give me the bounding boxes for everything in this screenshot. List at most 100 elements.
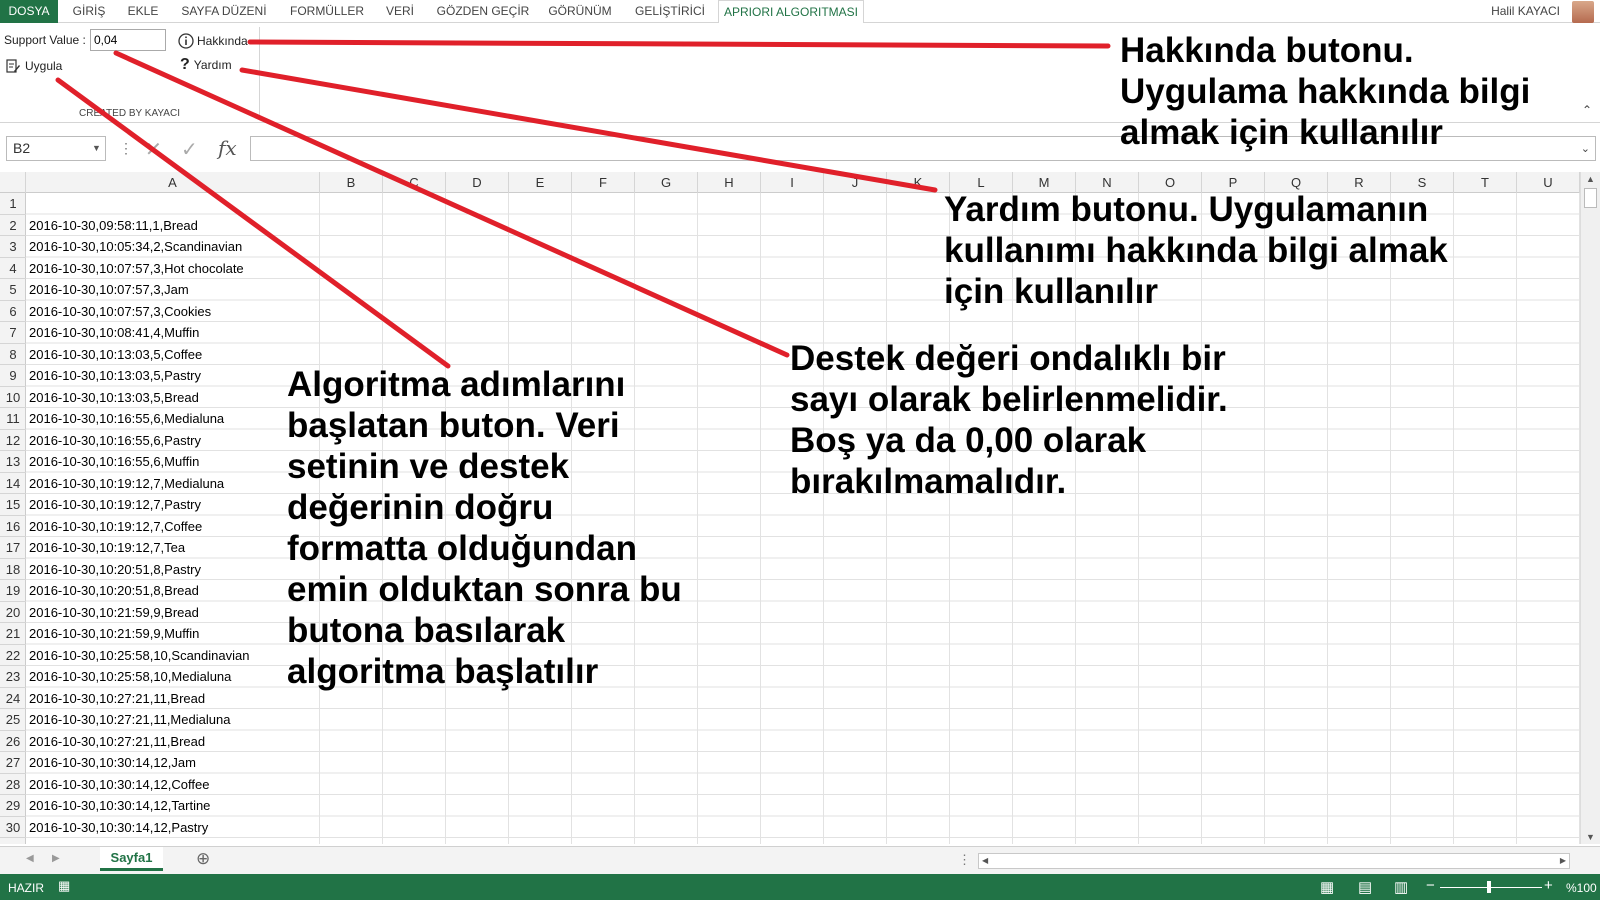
row-header[interactable]: 25	[0, 709, 26, 731]
cell-a[interactable]: 2016-10-30,10:21:59,9,Muffin	[29, 623, 199, 645]
row-header[interactable]: 16	[0, 516, 26, 537]
row-header[interactable]: 20	[0, 602, 26, 623]
row-header[interactable]: 17	[0, 537, 26, 559]
column-header[interactable]: E	[509, 172, 572, 193]
next-sheet-icon[interactable]: ▶	[52, 853, 60, 864]
row-header[interactable]: 21	[0, 623, 26, 645]
collapse-ribbon-icon[interactable]: ⌃	[1582, 103, 1592, 117]
row-header[interactable]: 8	[0, 344, 26, 365]
column-header[interactable]: A	[26, 172, 320, 193]
column-header[interactable]: K	[887, 172, 950, 193]
cell-a[interactable]: 2016-10-30,10:07:57,3,Cookies	[29, 301, 211, 323]
cell-a[interactable]: 2016-10-30,10:13:03,5,Coffee	[29, 344, 202, 366]
scroll-thumb[interactable]	[1584, 188, 1597, 208]
about-button[interactable]: Hakkında	[178, 31, 248, 51]
vertical-scrollbar[interactable]: ▲ ▼	[1580, 172, 1600, 844]
row-header[interactable]: 6	[0, 301, 26, 322]
cell-a[interactable]: 2016-10-30,10:13:03,5,Pastry	[29, 365, 201, 387]
tab-formulas[interactable]: FORMÜLLER	[283, 0, 371, 23]
cell-a[interactable]: 2016-10-30,10:05:34,2,Scandinavian	[29, 236, 242, 258]
macro-record-icon[interactable]: ▦	[58, 878, 70, 894]
scroll-down-icon[interactable]: ▼	[1586, 832, 1595, 842]
row-header[interactable]: 3	[0, 236, 26, 258]
cell-a[interactable]: 2016-10-30,10:27:21,11,Medialuna	[29, 709, 230, 731]
tab-file[interactable]: DOSYA	[0, 0, 58, 23]
help-button[interactable]: ? Yardım	[180, 55, 232, 75]
tab-apriori[interactable]: APRIORI ALGORITMASI	[718, 0, 864, 24]
zoom-slider[interactable]	[1440, 881, 1542, 893]
column-header[interactable]: B	[320, 172, 383, 193]
cell-a[interactable]: 2016-10-30,10:19:12,7,Coffee	[29, 516, 202, 538]
cell-a[interactable]: 2016-10-30,10:30:14,12,Pastry	[29, 817, 208, 839]
page-layout-view-icon[interactable]: ▤	[1358, 878, 1372, 896]
row-header[interactable]: 28	[0, 774, 26, 795]
cell-a[interactable]: 2016-10-30,10:20:51,8,Bread	[29, 580, 199, 602]
tab-data[interactable]: VERİ	[380, 0, 420, 23]
cell-a[interactable]: 2016-10-30,10:16:55,6,Pastry	[29, 430, 201, 452]
cell-a[interactable]: 2016-10-30,10:19:12,7,Medialuna	[29, 473, 224, 495]
row-header[interactable]: 24	[0, 688, 26, 709]
chevron-down-icon[interactable]: ▼	[92, 143, 101, 153]
row-header[interactable]: 30	[0, 817, 26, 838]
zoom-in-icon[interactable]: +	[1544, 877, 1553, 894]
scroll-up-icon[interactable]: ▲	[1586, 174, 1595, 184]
row-header[interactable]: 4	[0, 258, 26, 279]
confirm-icon[interactable]: ✓	[181, 137, 198, 162]
row-header[interactable]: 19	[0, 580, 26, 602]
cell-a[interactable]: 2016-10-30,10:27:21,11,Bread	[29, 688, 205, 710]
column-header[interactable]: T	[1454, 172, 1517, 193]
row-header[interactable]: 13	[0, 451, 26, 473]
row-header[interactable]: 26	[0, 731, 26, 752]
function-icon[interactable]: fx	[218, 136, 237, 160]
sheet-tab[interactable]: Sayfa1	[100, 847, 163, 871]
row-header[interactable]: 7	[0, 322, 26, 344]
column-header[interactable]: J	[824, 172, 887, 193]
cell-a[interactable]: 2016-10-30,10:19:12,7,Pastry	[29, 494, 201, 516]
cell-a[interactable]: 2016-10-30,10:19:12,7,Tea	[29, 537, 185, 559]
cell-a[interactable]: 2016-10-30,10:07:57,3,Hot chocolate	[29, 258, 244, 280]
cell-a[interactable]: 2016-10-30,10:13:03,5,Bread	[29, 387, 199, 409]
row-header[interactable]: 27	[0, 752, 26, 774]
cell-a[interactable]: 2016-10-30,10:07:57,3,Jam	[29, 279, 189, 301]
row-header[interactable]: 11	[0, 408, 26, 430]
column-header[interactable]: U	[1517, 172, 1580, 193]
tab-page-layout[interactable]: SAYFA DÜZENİ	[174, 0, 274, 23]
apply-button[interactable]: Uygula	[5, 56, 62, 76]
row-header[interactable]: 12	[0, 430, 26, 451]
name-box[interactable]: B2	[6, 136, 106, 161]
row-header[interactable]: 1	[0, 193, 26, 215]
row-header[interactable]: 22	[0, 645, 26, 666]
column-header[interactable]: D	[446, 172, 509, 193]
page-break-view-icon[interactable]: ▥	[1394, 878, 1408, 896]
cell-a[interactable]: 2016-10-30,10:08:41,4,Muffin	[29, 322, 199, 344]
scroll-right-icon[interactable]: ▶	[1560, 856, 1566, 865]
tab-home[interactable]: GİRİŞ	[64, 0, 114, 23]
cell-a[interactable]: 2016-10-30,10:20:51,8,Pastry	[29, 559, 201, 581]
horizontal-scrollbar[interactable]: ◀ ▶	[978, 853, 1570, 869]
zoom-out-icon[interactable]: −	[1426, 877, 1435, 894]
tab-view[interactable]: GÖRÜNÜM	[542, 0, 618, 23]
cell-a[interactable]: 2016-10-30,10:21:59,9,Bread	[29, 602, 199, 624]
cell-a[interactable]: 2016-10-30,10:16:55,6,Medialuna	[29, 408, 224, 430]
row-header[interactable]: 10	[0, 387, 26, 408]
column-header[interactable]: H	[698, 172, 761, 193]
column-header[interactable]: C	[383, 172, 446, 193]
row-header[interactable]: 18	[0, 559, 26, 580]
cell-a[interactable]: 2016-10-30,09:58:11,1,Bread	[29, 215, 198, 237]
cancel-icon[interactable]: ✕	[145, 137, 162, 162]
avatar[interactable]	[1572, 1, 1594, 23]
prev-sheet-icon[interactable]: ◀	[26, 853, 34, 864]
cell-a[interactable]: 2016-10-30,10:16:55,6,Muffin	[29, 451, 199, 473]
column-header[interactable]: F	[572, 172, 635, 193]
row-header[interactable]: 15	[0, 494, 26, 516]
expand-formula-icon[interactable]: ⌄	[1581, 142, 1590, 155]
cell-a[interactable]: 2016-10-30,10:30:14,12,Jam	[29, 752, 196, 774]
row-header[interactable]: 29	[0, 795, 26, 817]
scroll-left-icon[interactable]: ◀	[982, 856, 988, 865]
cell-a[interactable]: 2016-10-30,10:27:21,11,Bread	[29, 731, 205, 753]
cell-a[interactable]: 2016-10-30,10:30:14,12,Coffee	[29, 774, 209, 796]
more-options-icon[interactable]: ⋮	[958, 852, 971, 868]
more-options-icon[interactable]: ⋮	[119, 140, 133, 157]
add-sheet-icon[interactable]: ⊕	[196, 849, 210, 869]
tab-review[interactable]: GÖZDEN GEÇİR	[432, 0, 534, 23]
